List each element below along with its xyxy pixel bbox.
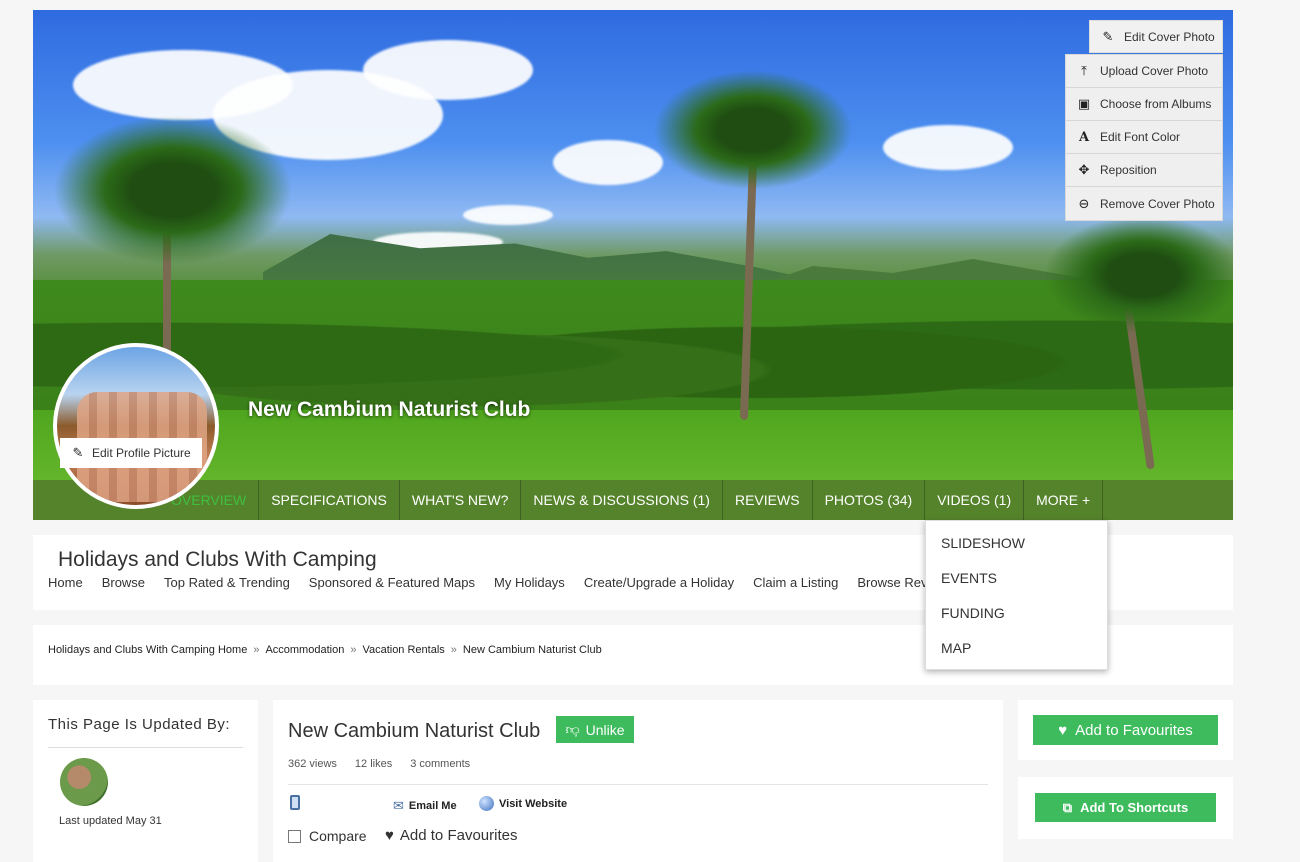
font-icon: A: [1078, 129, 1090, 145]
checkbox[interactable]: [288, 829, 301, 843]
shortcuts-panel: ⧉ Add To Shortcuts: [1018, 777, 1233, 839]
menu-item-label: Choose from Albums: [1100, 97, 1212, 111]
more-item-map[interactable]: MAP: [926, 630, 1107, 665]
listing-nav: OVERVIEW SPECIFICATIONS WHAT'S NEW? NEWS…: [33, 480, 1233, 520]
unlike-label: Unlike: [585, 721, 625, 738]
external-link-icon: ⧉: [1062, 799, 1073, 815]
site-link-my-holidays[interactable]: My Holidays: [494, 575, 565, 590]
site-link-sponsored-maps[interactable]: Sponsored & Featured Maps: [309, 575, 475, 590]
website-label: Visit Website: [499, 797, 568, 810]
envelope-icon: ✉: [393, 798, 404, 813]
site-link-claim-listing[interactable]: Claim a Listing: [753, 575, 838, 590]
listing-name: New Cambium Naturist Club: [288, 720, 541, 742]
upload-cover-photo-item[interactable]: ⤒ Upload Cover Photo: [1066, 55, 1222, 88]
pencil-icon: ✎: [1102, 28, 1114, 44]
menu-item-label: Edit Font Color: [1100, 130, 1181, 144]
menu-item-label: Reposition: [1100, 163, 1157, 177]
email-me-link[interactable]: ✉ Email Me: [393, 798, 457, 814]
more-item-events[interactable]: EVENTS: [926, 560, 1107, 595]
site-link-home[interactable]: Home: [48, 575, 83, 590]
views-count: 362 views: [288, 758, 337, 770]
tab-whats-new[interactable]: WHAT'S NEW?: [400, 480, 522, 520]
phone-icon[interactable]: [290, 795, 300, 810]
edit-cover-photo-label: Edit Cover Photo: [1124, 29, 1215, 44]
breadcrumb-separator: »: [253, 644, 260, 656]
heart-icon: ♥: [385, 827, 394, 844]
unlike-button[interactable]: 👎︎ Unlike: [556, 716, 634, 743]
add-shortcuts-label: Add To Shortcuts: [1080, 800, 1189, 815]
breadcrumb-item[interactable]: Accommodation: [265, 644, 344, 656]
tab-more[interactable]: MORE +: [1024, 480, 1104, 520]
more-item-funding[interactable]: FUNDING: [926, 595, 1107, 630]
breadcrumb-separator: »: [450, 644, 457, 656]
menu-item-label: Remove Cover Photo: [1100, 196, 1215, 211]
site-title: Holidays and Clubs With Camping: [58, 548, 377, 571]
add-favourites-label: Add to Favourites: [1075, 721, 1193, 739]
globe-icon: [479, 796, 494, 811]
menu-item-label: Upload Cover Photo: [1100, 64, 1209, 78]
visit-website-link[interactable]: Visit Website: [479, 796, 567, 811]
tab-news-discussions[interactable]: NEWS & DISCUSSIONS (1): [521, 480, 723, 520]
last-updated-text: Last updated May 31: [59, 815, 162, 827]
listing-stats: 362 views 12 likes 3 comments: [288, 758, 470, 770]
divider: [48, 747, 243, 748]
minus-circle-icon: ⊖: [1078, 195, 1090, 211]
compare-checkbox[interactable]: Compare: [288, 828, 367, 844]
heart-icon: ♥: [1058, 721, 1068, 739]
compare-label: Compare: [309, 828, 367, 844]
thumbs-down-icon: 👎︎: [565, 721, 580, 737]
tab-reviews[interactable]: REVIEWS: [723, 480, 813, 520]
updated-by-heading: This Page Is Updated By:: [48, 716, 231, 733]
tab-photos[interactable]: PHOTOS (34): [813, 480, 926, 520]
breadcrumb: Holidays and Clubs With Camping Home » A…: [48, 644, 602, 656]
more-dropdown: SLIDESHOW EVENTS FUNDING MAP: [925, 520, 1108, 670]
email-label: Email Me: [408, 800, 457, 812]
site-link-browse-reviews[interactable]: Browse Rev: [857, 575, 927, 590]
image-icon: ▣: [1077, 96, 1091, 111]
choose-from-albums-item[interactable]: ▣ Choose from Albums: [1066, 88, 1222, 121]
listing-panel: New Cambium Naturist Club 👎︎ Unlike 362 …: [273, 700, 1003, 862]
cover-title: New Cambium Naturist Club: [248, 398, 531, 421]
tab-videos[interactable]: VIDEOS (1): [925, 480, 1025, 520]
edit-cover-photo-button[interactable]: ✎ Edit Cover Photo: [1089, 20, 1223, 53]
upload-icon: ⤒: [1081, 63, 1087, 78]
edit-profile-picture-button[interactable]: ✎ Edit Profile Picture: [60, 438, 202, 468]
pencil-icon: ✎: [72, 445, 84, 460]
reposition-item[interactable]: ✥ Reposition: [1066, 154, 1222, 187]
add-to-favourites-button[interactable]: ♥ Add to Favourites: [1033, 715, 1218, 745]
tab-specifications[interactable]: SPECIFICATIONS: [259, 480, 400, 520]
edit-font-color-item[interactable]: A Edit Font Color: [1066, 121, 1222, 154]
favourites-panel: ♥ Add to Favourites: [1018, 700, 1233, 760]
updater-avatar[interactable]: [60, 758, 108, 806]
site-link-top-rated[interactable]: Top Rated & Trending: [164, 575, 290, 590]
remove-cover-photo-item[interactable]: ⊖ Remove Cover Photo: [1066, 187, 1222, 220]
favourites-label: Add to Favourites: [399, 827, 518, 844]
divider: [288, 784, 988, 785]
add-to-favourites-link[interactable]: ♥ Add to Favourites: [385, 827, 517, 844]
likes-count: 12 likes: [354, 758, 393, 770]
updated-by-panel: This Page Is Updated By: Last updated Ma…: [33, 700, 258, 862]
site-links: Home Browse Top Rated & Trending Sponsor…: [48, 575, 927, 590]
cover-photo-menu: ⤒ Upload Cover Photo ▣ Choose from Album…: [1065, 54, 1223, 221]
more-item-slideshow[interactable]: SLIDESHOW: [926, 525, 1107, 560]
comments-count: 3 comments: [410, 758, 471, 770]
breadcrumb-item[interactable]: Vacation Rentals: [362, 644, 444, 656]
site-link-browse[interactable]: Browse: [102, 575, 145, 590]
breadcrumb-current: New Cambium Naturist Club: [462, 644, 602, 656]
move-icon: ✥: [1078, 162, 1090, 177]
breadcrumb-item[interactable]: Holidays and Clubs With Camping Home: [48, 644, 247, 656]
profile-picture[interactable]: [53, 343, 219, 509]
edit-profile-picture-label: Edit Profile Picture: [92, 446, 191, 460]
breadcrumb-separator: »: [350, 644, 357, 656]
site-link-create-holiday[interactable]: Create/Upgrade a Holiday: [584, 575, 734, 590]
add-to-shortcuts-button[interactable]: ⧉ Add To Shortcuts: [1035, 793, 1216, 822]
